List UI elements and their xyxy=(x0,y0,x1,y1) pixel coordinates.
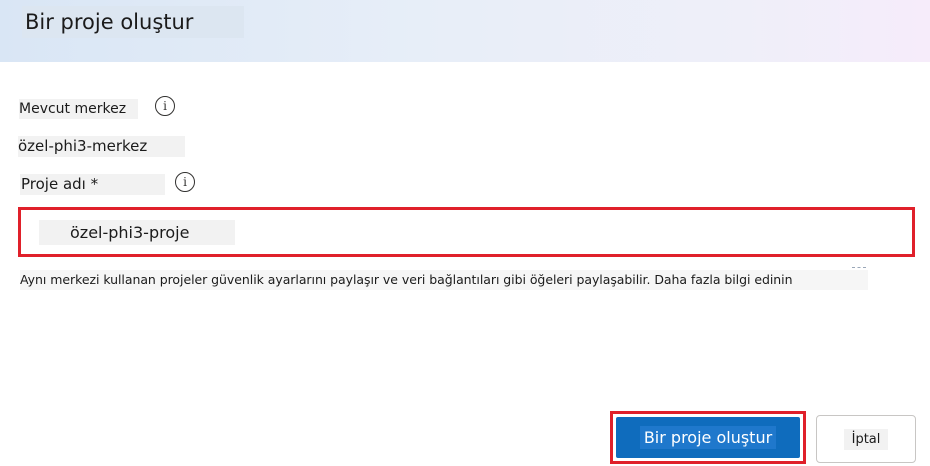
info-icon[interactable]: i xyxy=(155,96,175,116)
external-link-icon[interactable] xyxy=(852,267,866,271)
cancel-button[interactable]: İptal xyxy=(816,415,916,463)
dialog-title: Bir proje oluştur xyxy=(22,6,244,38)
hub-label: Mevcut merkez xyxy=(19,99,138,119)
dialog-header: Bir proje oluştur xyxy=(0,0,930,62)
hub-value: özel-phi3-merkez xyxy=(18,136,185,157)
project-name-input[interactable] xyxy=(39,220,235,245)
create-project-button[interactable]: Bir proje oluştur xyxy=(616,417,800,458)
help-text: Aynı merkezi kullanan projeler güvenlik … xyxy=(20,270,868,290)
create-project-button-label: Bir proje oluştur xyxy=(639,426,777,449)
cancel-button-label: İptal xyxy=(843,428,889,450)
info-icon[interactable]: i xyxy=(175,172,195,192)
project-name-label: Proje adı * xyxy=(20,174,165,195)
